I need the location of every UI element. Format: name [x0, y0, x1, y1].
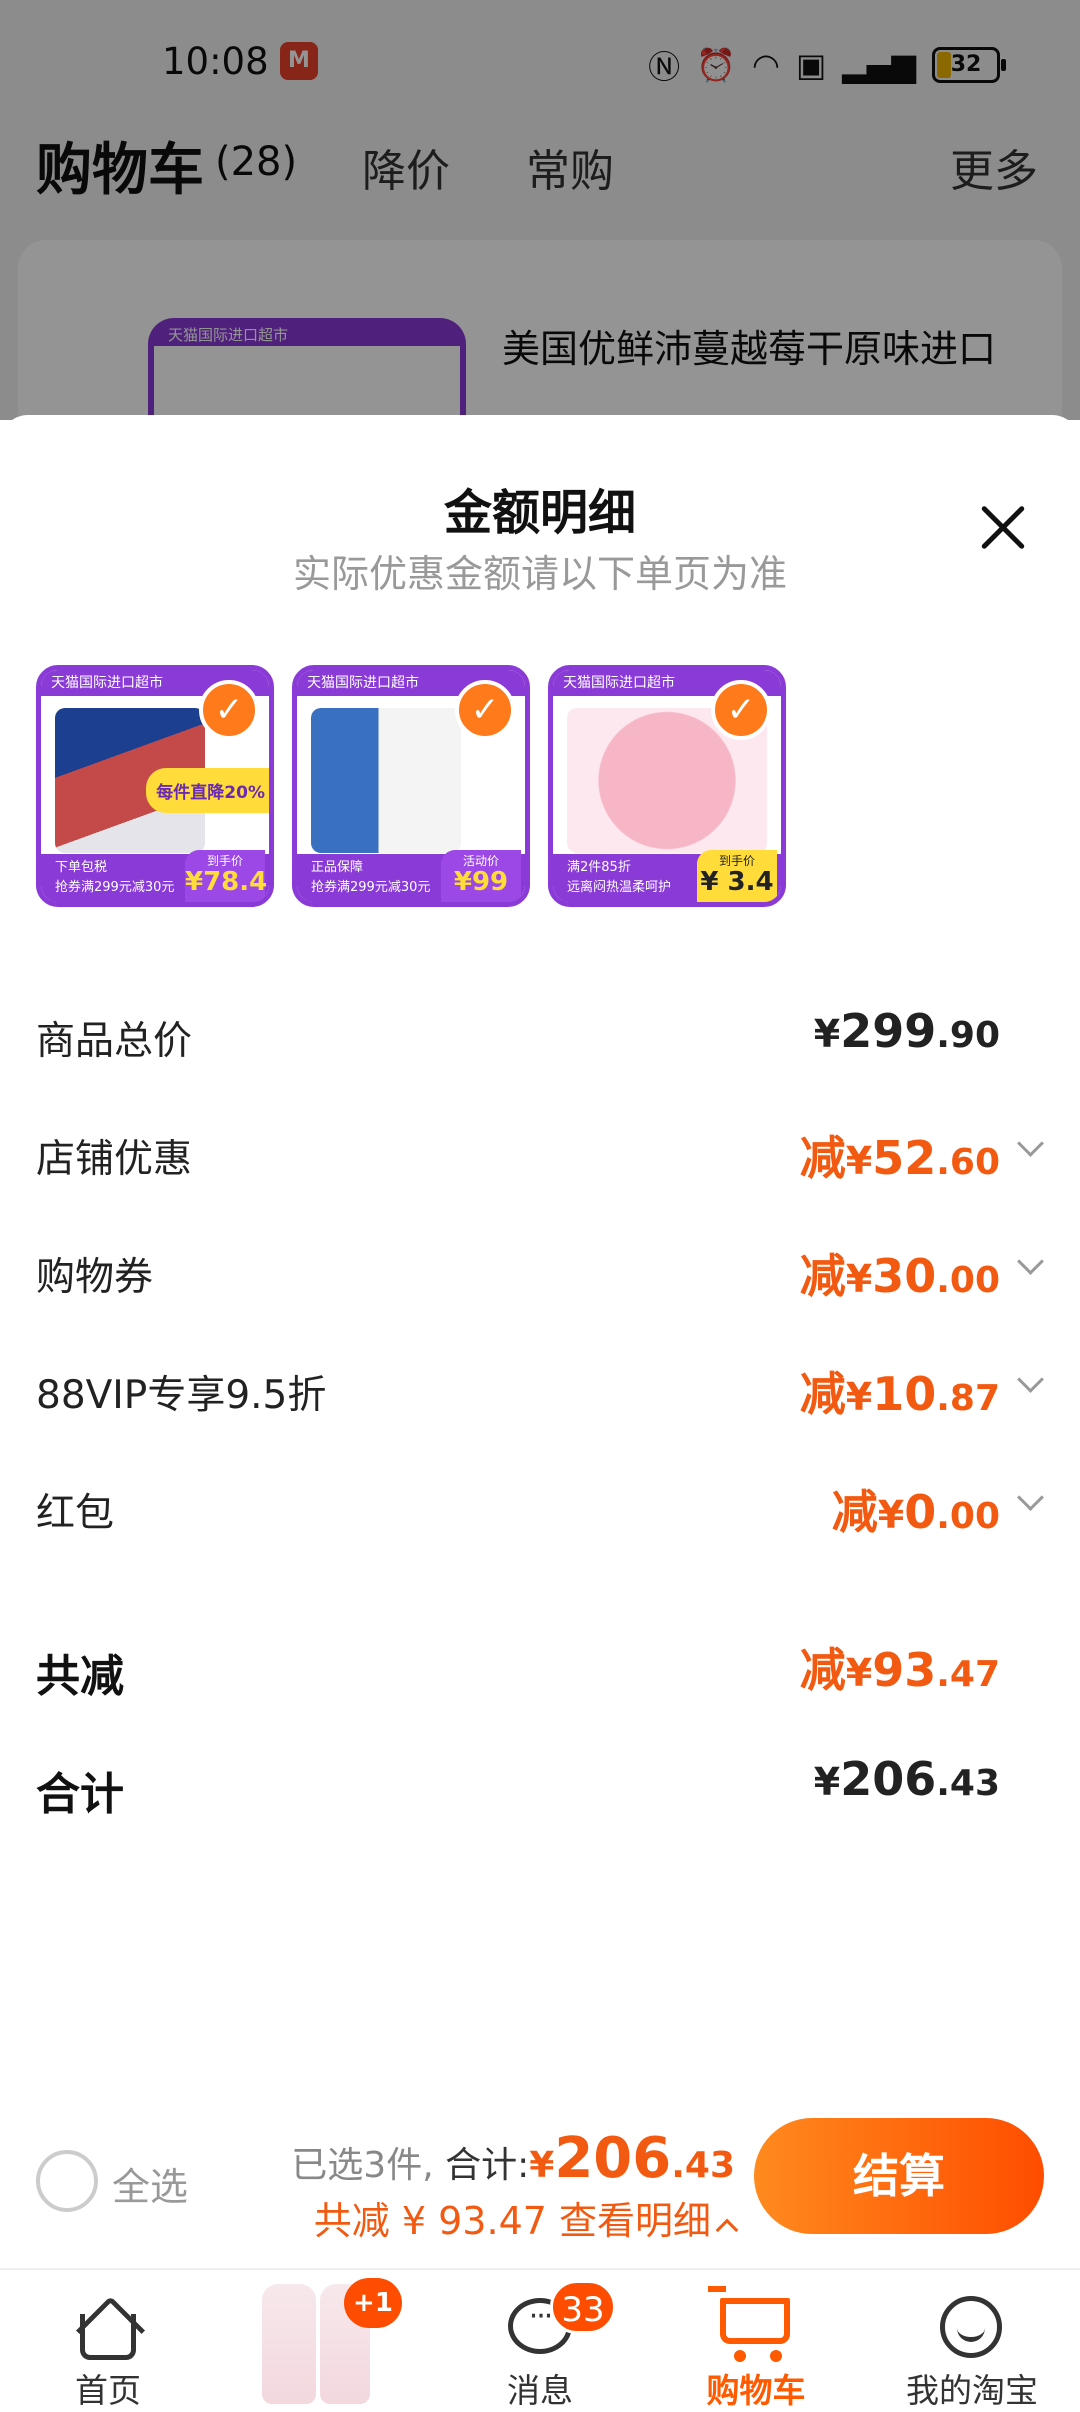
row-total-reduction: 共减 减¥93.47	[36, 1640, 1046, 1702]
thumb-price: 到手价 ¥78.4	[185, 850, 267, 902]
tab-mine[interactable]: 我的淘宝	[864, 2270, 1080, 2412]
product-thumb[interactable]: 天猫国际进口超市 ✓ 正品保障 抢券满299元减30元 活动价 ¥99	[292, 665, 530, 907]
tab-label: 消息	[507, 2371, 573, 2410]
row-label: 88VIP专享9.5折	[36, 1373, 327, 1418]
tab-promo[interactable]: +1	[216, 2270, 432, 2412]
row-label: 店铺优惠	[36, 1137, 193, 1182]
checkout-bar: 全选 已选3件, 合计:¥206.43 共减 ¥ 93.47 查看明细 结算	[0, 2100, 1080, 2260]
chevron-down-icon[interactable]	[1016, 1488, 1046, 1518]
thumb-footer: 正品保障 抢券满299元减30元 活动价 ¥99	[297, 850, 525, 902]
product-thumb[interactable]: 天猫国际进口超市 ✓ 每件直降20% 下单包税 抢券满299元减30元 到手价 …	[36, 665, 274, 907]
chevron-up-icon	[715, 2218, 739, 2242]
tab-label: 首页	[75, 2371, 141, 2410]
row-88vip[interactable]: 88VIP专享9.5折 减¥10.87	[36, 1364, 1046, 1424]
row-value: 减¥93.47	[799, 1643, 1000, 1697]
chevron-down-icon[interactable]	[1016, 1370, 1046, 1400]
tab-home[interactable]: 首页	[0, 2270, 216, 2412]
thumb-tags: 正品保障 抢券满299元减30元	[311, 860, 431, 895]
chevron-down-icon[interactable]	[1016, 1134, 1046, 1164]
row-label: 商品总价	[36, 1019, 193, 1064]
close-icon[interactable]	[978, 503, 1028, 553]
bottom-tab-bar: 首页 +1 33 消息 购物车 我的淘宝	[0, 2268, 1080, 2412]
thumb-footer: 下单包税 抢券满299元减30元 到手价 ¥78.4	[41, 850, 269, 902]
row-value: ¥299.90	[813, 1004, 1000, 1058]
thumb-price: 活动价 ¥99	[441, 850, 521, 902]
tab-messages[interactable]: 33 消息	[432, 2270, 648, 2412]
check-icon[interactable]: ✓	[199, 680, 259, 740]
row-label: 共减	[36, 1651, 124, 1702]
smile-face-icon	[940, 2296, 1002, 2358]
tab-label: 我的淘宝	[906, 2371, 1038, 2410]
check-icon[interactable]: ✓	[711, 680, 771, 740]
tab-label: 购物车	[706, 2371, 806, 2410]
row-value: ¥206.43	[813, 1752, 1000, 1806]
row-goods-total: 商品总价 ¥299.90	[36, 1004, 1046, 1070]
selected-products: 天猫国际进口超市 ✓ 每件直降20% 下单包税 抢券满299元减30元 到手价 …	[36, 665, 786, 907]
view-detail-link[interactable]: 共减 ¥ 93.47 查看明细	[314, 2190, 739, 2245]
row-total: 合计 ¥206.43	[36, 1752, 1046, 1820]
sheet-title: 金额明细	[443, 485, 636, 541]
product-thumb[interactable]: 天猫国际进口超市 ✓ 满2件85折 远离闷热温柔呵护 到手价 ¥ 3.4	[548, 665, 786, 907]
chevron-down-icon[interactable]	[1016, 1252, 1046, 1282]
row-shopping-voucher[interactable]: 购物券 减¥30.00	[36, 1246, 1046, 1306]
row-label: 红包	[36, 1491, 115, 1536]
promo-badge: 每件直降20%	[146, 768, 269, 813]
select-all-label[interactable]: 全选	[112, 2156, 188, 2211]
product-bottle-image	[262, 2284, 316, 2404]
message-count-badge: 33	[550, 2280, 616, 2334]
row-label: 购物券	[36, 1255, 154, 1300]
row-red-packet[interactable]: 红包 减¥0.00	[36, 1482, 1046, 1542]
row-label: 合计	[36, 1769, 124, 1820]
row-value: 减¥10.87	[799, 1367, 1000, 1421]
thumb-tags: 满2件85折 远离闷热温柔呵护	[567, 860, 672, 895]
thumb-price: 到手价 ¥ 3.4	[697, 850, 777, 902]
checkout-button[interactable]: 结算	[754, 2118, 1044, 2234]
check-icon[interactable]: ✓	[455, 680, 515, 740]
row-value: 减¥0.00	[831, 1485, 1000, 1539]
thumb-footer: 满2件85折 远离闷热温柔呵护 到手价 ¥ 3.4	[553, 850, 781, 902]
product-image	[311, 708, 461, 853]
checkout-summary: 已选3件, 合计:¥206.43	[291, 2126, 735, 2191]
row-shop-discount[interactable]: 店铺优惠 减¥52.60	[36, 1128, 1046, 1188]
row-value: 减¥30.00	[799, 1249, 1000, 1303]
thumb-tags: 下单包税 抢券满299元减30元	[55, 860, 175, 895]
sheet-subtitle: 实际优惠金额请以下单页为准	[292, 552, 787, 596]
select-all-radio[interactable]	[36, 2150, 98, 2212]
promo-badge: +1	[344, 2278, 402, 2328]
cart-icon	[708, 2286, 790, 2344]
modal-overlay[interactable]	[0, 0, 1080, 420]
tab-cart[interactable]: 购物车	[648, 2270, 864, 2412]
row-value: 减¥52.60	[799, 1131, 1000, 1185]
